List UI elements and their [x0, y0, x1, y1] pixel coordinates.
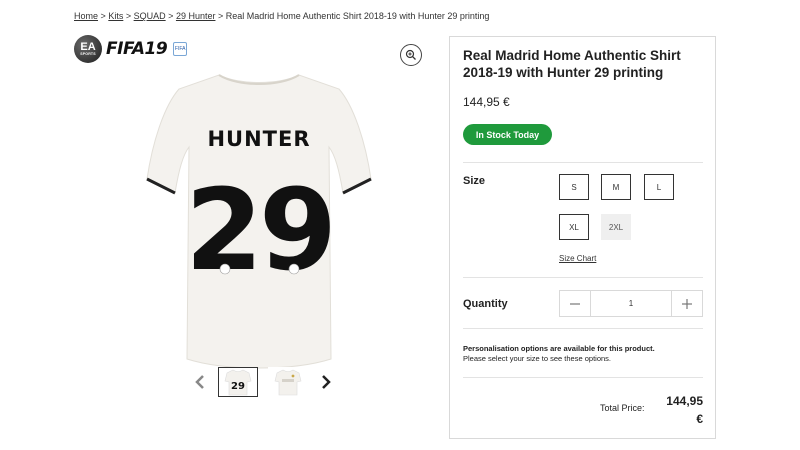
- product-image-shirt[interactable]: HUNTER 29: [143, 69, 375, 379]
- shirt-number-print: 29: [185, 166, 333, 296]
- product-gallery: EA SPORTS FIFA19 FIFA HUNTER 29 29: [70, 33, 430, 403]
- size-option-l[interactable]: L: [644, 174, 674, 200]
- total-price-currency: €: [696, 412, 703, 426]
- size-option-2xl[interactable]: 2XL: [601, 214, 631, 240]
- quantity-stepper: 1: [559, 290, 703, 317]
- zoom-icon: [405, 49, 416, 60]
- divider: [463, 277, 703, 278]
- breadcrumb-separator: >: [168, 11, 174, 21]
- chevron-right-icon: [322, 375, 331, 389]
- fifa19-logo: EA SPORTS FIFA19 FIFA: [74, 35, 188, 63]
- quantity-increase-button[interactable]: [672, 291, 702, 316]
- thumbnail-back[interactable]: 29: [218, 367, 258, 397]
- breadcrumb: Home > Kits > SQUAD > 29 Hunter > Real M…: [74, 11, 489, 21]
- breadcrumb-kits[interactable]: Kits: [108, 11, 123, 21]
- stock-status-badge: In Stock Today: [463, 124, 552, 145]
- size-label: Size: [463, 175, 486, 187]
- size-option-m[interactable]: M: [601, 174, 631, 200]
- divider: [463, 162, 703, 163]
- breadcrumb-separator: >: [217, 11, 224, 21]
- fifa19-wordmark: FIFA19: [106, 39, 168, 59]
- divider: [463, 377, 703, 378]
- gallery-prev-button[interactable]: [192, 372, 208, 392]
- personalisation-heading: Personalisation options are available fo…: [463, 344, 655, 353]
- personalisation-notice: Personalisation options are available fo…: [463, 344, 703, 364]
- ea-sports-logo: EA SPORTS: [74, 35, 102, 63]
- thumbnail-strip: 29: [192, 367, 334, 397]
- product-title: Real Madrid Home Authentic Shirt 2018-19…: [463, 48, 681, 80]
- thumbnail-number: 29: [231, 381, 245, 392]
- breadcrumb-home[interactable]: Home: [74, 11, 98, 21]
- size-option-xl[interactable]: XL: [559, 214, 589, 240]
- thumbnail-front-image: [274, 369, 302, 396]
- total-price-value: 144,95 €: [655, 392, 703, 428]
- total-price-amount: 144,95: [666, 394, 703, 408]
- breadcrumb-current: Real Madrid Home Authentic Shirt 2018-19…: [225, 11, 490, 21]
- personalisation-note: Please select your size to see these opt…: [463, 354, 612, 363]
- product-info-panel: Real Madrid Home Authentic Shirt 2018-19…: [449, 36, 716, 439]
- fifa-badge: FIFA: [173, 42, 188, 56]
- zoom-button[interactable]: [400, 44, 422, 66]
- size-chart-link[interactable]: Size Chart: [559, 254, 596, 263]
- breadcrumb-separator: >: [125, 11, 132, 21]
- breadcrumb-squad[interactable]: SQUAD: [134, 11, 166, 21]
- plus-icon: [682, 298, 692, 309]
- divider: [463, 328, 703, 329]
- quantity-label: Quantity: [463, 298, 508, 310]
- thumbnail-back-image: 29: [224, 369, 252, 396]
- chevron-left-icon: [195, 375, 204, 389]
- gallery-next-button[interactable]: [318, 372, 334, 392]
- minus-icon: [570, 302, 580, 305]
- product-price: 144,95 €: [463, 95, 510, 109]
- quantity-decrease-button[interactable]: [560, 291, 590, 316]
- thumbnail-front[interactable]: [268, 367, 308, 397]
- breadcrumb-separator: >: [100, 11, 106, 21]
- breadcrumb-player[interactable]: 29 Hunter: [176, 11, 216, 21]
- shirt-name-print: HUNTER: [207, 127, 310, 151]
- quantity-input[interactable]: 1: [590, 291, 672, 316]
- total-price-label: Total Price:: [600, 403, 645, 413]
- size-option-s[interactable]: S: [559, 174, 589, 200]
